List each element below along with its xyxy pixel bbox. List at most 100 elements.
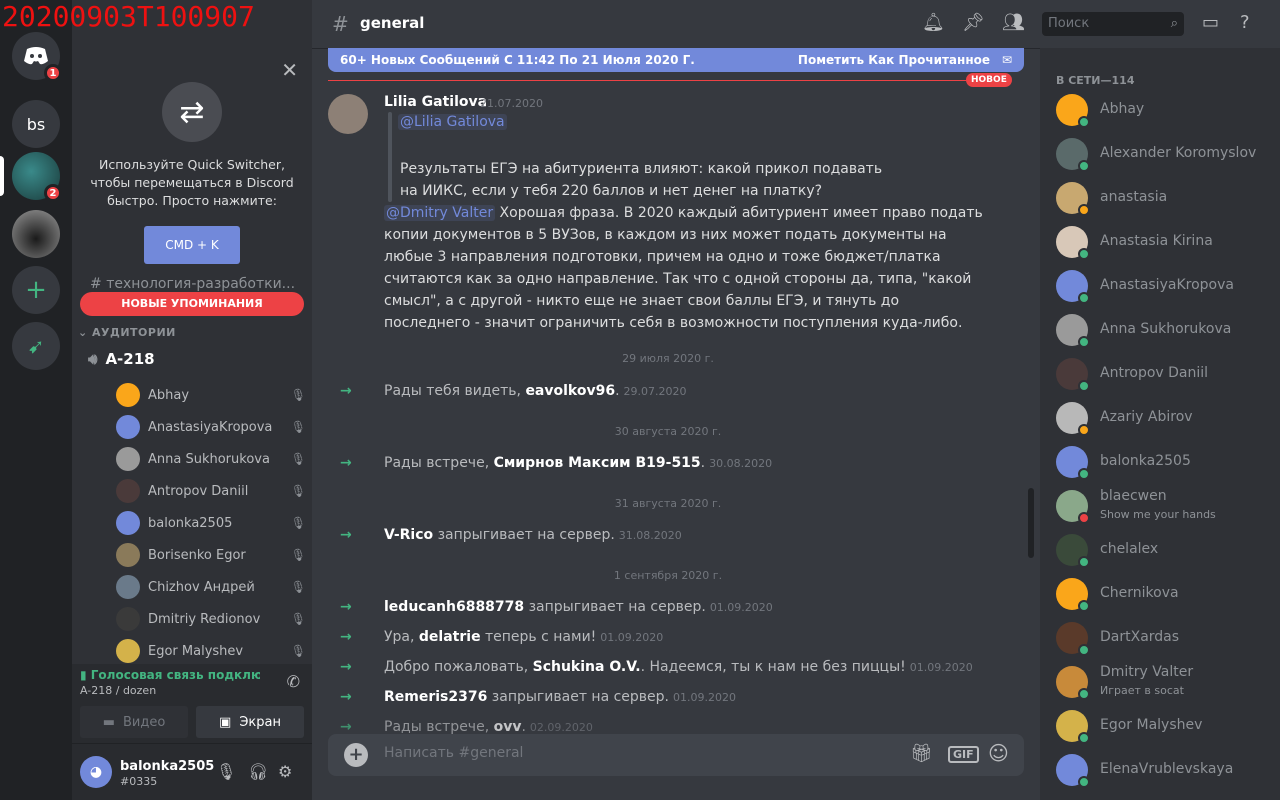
search-input[interactable]: Поиск ⌕ xyxy=(1042,12,1184,36)
upload-plus-icon[interactable]: + xyxy=(344,743,368,767)
members-icon[interactable]: 👥︎ xyxy=(1002,12,1025,33)
member-name: Chernikova xyxy=(1100,585,1179,601)
join-arrow-icon: → xyxy=(340,659,352,675)
member-item[interactable]: Chernikova xyxy=(1056,572,1276,616)
voice-user[interactable]: Borisenko Egor 🎙︎ xyxy=(116,541,306,569)
message-input[interactable]: Написать #general xyxy=(384,745,523,761)
member-item[interactable]: chelalex xyxy=(1056,528,1276,572)
member-item[interactable]: ElenaVrublevskaya xyxy=(1056,748,1276,792)
gif-button[interactable]: GIF xyxy=(948,746,979,763)
status-dot xyxy=(1078,600,1090,612)
voice-user[interactable]: Abhay 🎙︎ xyxy=(116,381,306,409)
home-button[interactable]: 1 xyxy=(12,32,62,82)
explore-servers-button[interactable]: ➹ xyxy=(12,322,60,370)
avatar[interactable]: ◕ xyxy=(80,756,112,788)
mic-muted-icon: 🎙︎ xyxy=(290,388,306,402)
voice-user[interactable]: Dmitriy Redionov 🎙︎ xyxy=(116,605,306,633)
close-icon[interactable]: ✕ xyxy=(281,58,298,82)
pin-icon[interactable]: 📌︎ xyxy=(962,12,985,33)
channel-title: general xyxy=(360,14,425,32)
voice-channel[interactable]: 🔊︎ A-218 xyxy=(88,350,155,368)
member-activity: Играет в socat xyxy=(1100,684,1184,697)
avatar[interactable] xyxy=(328,94,368,134)
member-item[interactable]: Antropov Daniil xyxy=(1056,352,1276,396)
member-item[interactable]: Anna Sukhorukova xyxy=(1056,308,1276,352)
member-link[interactable]: ovv xyxy=(494,719,522,735)
mic-muted-icon: 🎙︎ xyxy=(290,516,306,530)
server-label: bs xyxy=(26,114,46,134)
channel-item[interactable]: # технология-разработки... xyxy=(90,276,295,292)
message-author[interactable]: Lilia Gatilova xyxy=(384,94,487,110)
mark-read-button[interactable]: Пометить Как Прочитанное xyxy=(798,48,990,72)
member-link[interactable]: Смирнов Максим В19-515 xyxy=(494,455,701,471)
member-name: balonka2505 xyxy=(1100,453,1191,469)
date-divider: 29 июля 2020 г. xyxy=(622,352,714,365)
member-link[interactable]: leducanh6888778 xyxy=(384,599,524,615)
member-item[interactable]: blaecwen Show me your hands xyxy=(1056,484,1276,528)
member-link[interactable]: delatrie xyxy=(419,629,481,645)
mic-muted-icon: 🎙︎ xyxy=(290,548,306,562)
server-photo[interactable] xyxy=(12,210,60,258)
help-icon[interactable]: ? xyxy=(1240,12,1250,33)
screen-share-button[interactable]: ▣ Экран xyxy=(196,706,304,738)
member-item[interactable]: DartXardas xyxy=(1056,616,1276,660)
inbox-icon[interactable]: ▭ xyxy=(1202,12,1219,33)
join-arrow-icon: → xyxy=(340,599,352,615)
gift-icon[interactable]: 🎁︎ xyxy=(910,743,933,764)
add-server-button[interactable]: + xyxy=(12,266,60,314)
unread-badge: 1 xyxy=(44,64,62,82)
voice-user[interactable]: Egor Malyshev 🎙︎ xyxy=(116,637,306,665)
camera-icon: ▬ xyxy=(102,714,115,730)
member-item[interactable]: balonka2505 xyxy=(1056,440,1276,484)
voice-user[interactable]: balonka2505 🎙︎ xyxy=(116,509,306,537)
member-name: anastasia xyxy=(1100,189,1168,205)
voice-user-name: Borisenko Egor xyxy=(148,547,246,563)
member-link[interactable]: Schukina O.V. xyxy=(533,659,641,675)
member-item[interactable]: Anastasia Kirina xyxy=(1056,220,1276,264)
avatar xyxy=(116,447,140,471)
avatar xyxy=(116,575,140,599)
member-item[interactable]: Dmitry Valter Играет в socat xyxy=(1056,660,1276,704)
voice-location[interactable]: A-218 / dozen xyxy=(80,684,156,697)
status-dot xyxy=(1078,776,1090,788)
member-item[interactable]: Azariy Abirov xyxy=(1056,396,1276,440)
mic-muted-icon[interactable]: 🎙︎ xyxy=(216,762,236,781)
user-mention[interactable]: @Dmitry Valter xyxy=(384,205,496,221)
hash-icon: # xyxy=(332,12,349,36)
quote-mention[interactable]: @Lilia Gatilova xyxy=(398,114,507,130)
screen-icon: ▣ xyxy=(219,714,232,730)
emoji-icon[interactable]: ☺ xyxy=(988,741,1009,765)
member-name: ElenaVrublevskaya xyxy=(1100,761,1234,777)
voice-user[interactable]: AnastasiyaKropova 🎙︎ xyxy=(116,413,306,441)
member-item[interactable]: Abhay xyxy=(1056,88,1276,132)
headphones-icon[interactable]: 🎧︎ xyxy=(248,762,268,781)
member-link[interactable]: Remeris2376 xyxy=(384,689,487,705)
member-link[interactable]: V-Rico xyxy=(384,527,433,543)
new-messages-bar[interactable]: 60+ Новых Сообщений С 11:42 По 21 Июля 2… xyxy=(328,48,1024,72)
member-item[interactable]: Egor Malyshev xyxy=(1056,704,1276,748)
member-item[interactable]: anastasia xyxy=(1056,176,1276,220)
quick-switcher-shortcut[interactable]: CMD + K xyxy=(144,226,240,264)
category-header[interactable]: ⌄ АУДИТОРИИ xyxy=(78,326,176,339)
message-composer: + Написать #general 🎁︎ GIF ☺ xyxy=(328,734,1024,776)
member-link[interactable]: eavolkov96 xyxy=(525,383,615,399)
server-bs[interactable]: bs xyxy=(12,100,60,148)
timestamp-watermark: 20200903T100907 xyxy=(2,0,255,33)
voice-user[interactable]: Antropov Daniil 🎙︎ xyxy=(116,477,306,505)
voice-user[interactable]: Chizhov Андрей 🎙︎ xyxy=(116,573,306,601)
scrollbar-thumb[interactable] xyxy=(1028,488,1034,558)
status-dot xyxy=(1078,512,1090,524)
disconnect-icon[interactable]: ✆ xyxy=(287,672,300,691)
avatar xyxy=(116,415,140,439)
gear-icon[interactable]: ⚙ xyxy=(278,762,292,781)
discord-app: 20200903T100907 1 bs 2 + ➹ ✕ ⇄ Используй… xyxy=(0,0,1280,800)
server-active[interactable]: 2 xyxy=(12,152,62,202)
new-mentions-bar[interactable]: НОВЫЕ УПОМИНАНИЯ xyxy=(80,292,304,316)
member-item[interactable]: AnastasiyaKropova xyxy=(1056,264,1276,308)
discord-logo-icon: ◕ xyxy=(89,764,103,780)
video-button[interactable]: ▬ Видео xyxy=(80,706,188,738)
voice-user[interactable]: Anna Sukhorukova 🎙︎ xyxy=(116,445,306,473)
bell-icon[interactable]: 🔔︎ xyxy=(922,12,945,33)
mic-muted-icon: 🎙︎ xyxy=(290,580,306,594)
member-item[interactable]: Alexander Koromyslov xyxy=(1056,132,1276,176)
